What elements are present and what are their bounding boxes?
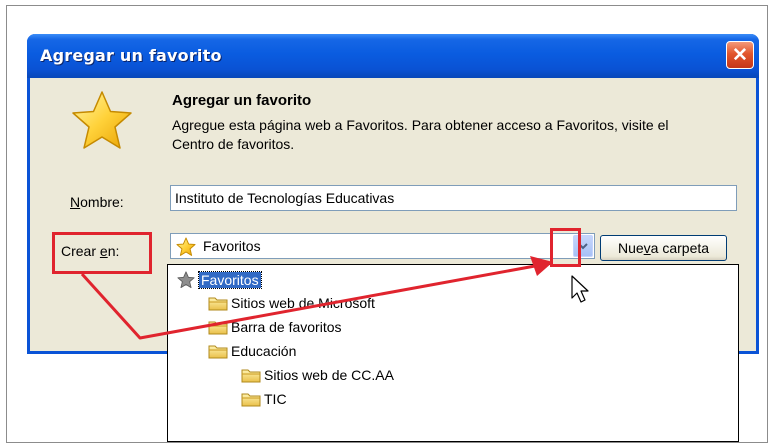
annotation-overlay xyxy=(80,256,589,340)
annotation-arrow xyxy=(80,264,536,340)
mouse-cursor-icon xyxy=(571,275,589,303)
